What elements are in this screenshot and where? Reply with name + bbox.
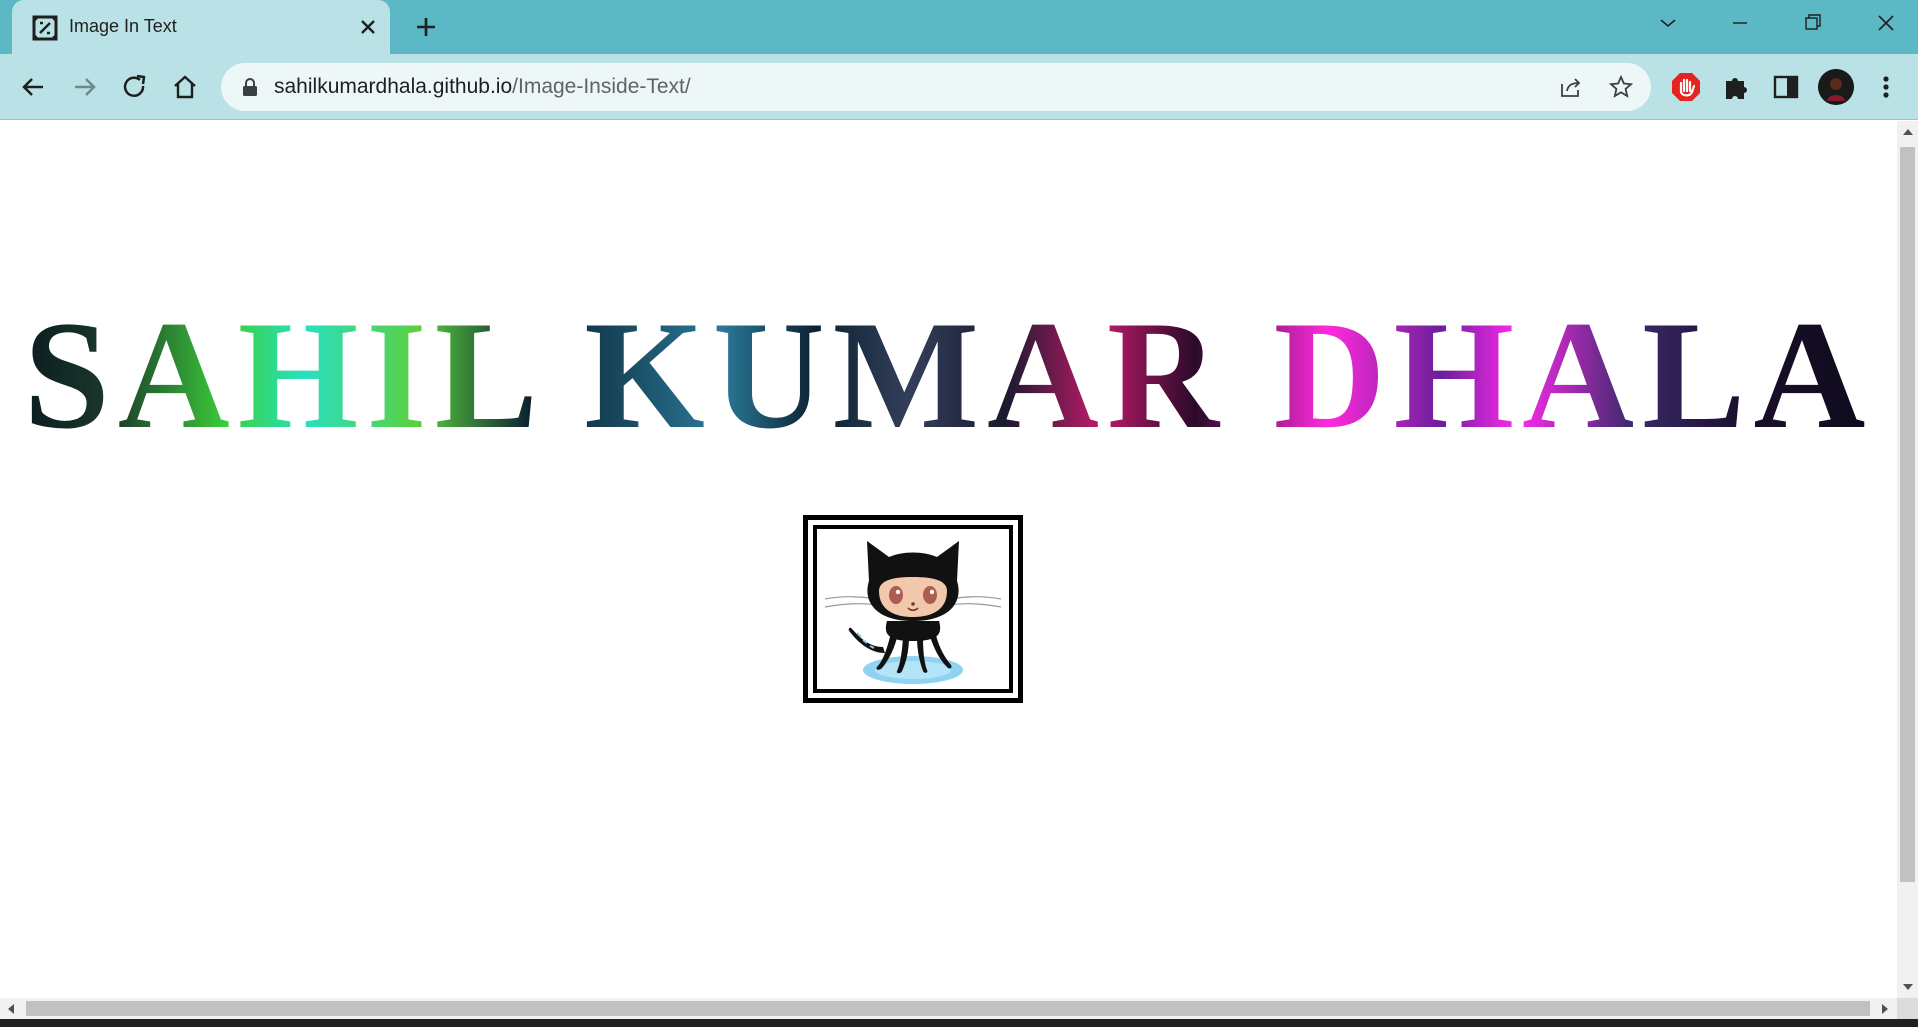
avatar-image-icon	[1818, 69, 1854, 105]
side-panel-icon[interactable]	[1770, 71, 1802, 103]
image-text-headline: SAHIL KUMAR DHALA	[0, 286, 1897, 465]
adblock-hand-icon[interactable]	[1670, 71, 1702, 103]
url-path: /Image-Inside-Text/	[512, 75, 691, 98]
browser-toolbar: sahilkumardhala.github.io/Image-Inside-T…	[0, 54, 1918, 120]
url-text[interactable]: sahilkumardhala.github.io/Image-Inside-T…	[274, 75, 691, 99]
star-icon[interactable]	[1608, 74, 1634, 100]
horizontal-scrollbar[interactable]	[0, 998, 1897, 1019]
tab-close-icon[interactable]	[355, 14, 381, 40]
tab-strip: Image In Text	[0, 0, 1918, 54]
restore-icon[interactable]	[1792, 8, 1832, 38]
taskbar-edge	[0, 1019, 1918, 1027]
kebab-menu-icon[interactable]	[1872, 71, 1900, 103]
home-icon[interactable]	[167, 69, 203, 105]
vertical-scroll-thumb[interactable]	[1900, 147, 1915, 882]
lock-icon[interactable]	[241, 77, 259, 97]
scroll-left-arrow-icon[interactable]	[4, 1002, 18, 1016]
reload-icon[interactable]	[117, 69, 153, 105]
profile-avatar[interactable]	[1818, 69, 1854, 105]
octocat-image-frame	[803, 515, 1023, 703]
picture-frame-icon	[32, 15, 58, 41]
horizontal-scroll-thumb[interactable]	[26, 1001, 1870, 1016]
scrollbar-corner	[1897, 998, 1918, 1019]
tab-title: Image In Text	[69, 16, 177, 36]
minimize-icon[interactable]	[1720, 8, 1760, 38]
scroll-up-arrow-icon[interactable]	[1901, 125, 1915, 139]
scroll-right-arrow-icon[interactable]	[1878, 1002, 1892, 1016]
tab-active[interactable]: Image In Text	[12, 0, 390, 54]
puzzle-icon[interactable]	[1720, 71, 1752, 103]
vertical-scrollbar[interactable]	[1897, 121, 1918, 998]
forward-arrow-icon[interactable]	[66, 69, 102, 105]
window-close-icon[interactable]	[1866, 8, 1906, 38]
url-domain: sahilkumardhala.github.io	[274, 75, 513, 98]
new-tab-plus-icon[interactable]	[410, 11, 442, 43]
chevron-down-icon[interactable]	[1648, 8, 1688, 38]
octocat-image	[813, 525, 1013, 693]
share-icon[interactable]	[1558, 74, 1584, 100]
page-viewport: SAHIL KUMAR DHALA	[0, 121, 1897, 998]
scroll-down-arrow-icon[interactable]	[1901, 980, 1915, 994]
back-arrow-icon[interactable]	[16, 69, 52, 105]
octocat-icon	[824, 541, 1002, 684]
address-bar[interactable]: sahilkumardhala.github.io/Image-Inside-T…	[221, 63, 1651, 111]
